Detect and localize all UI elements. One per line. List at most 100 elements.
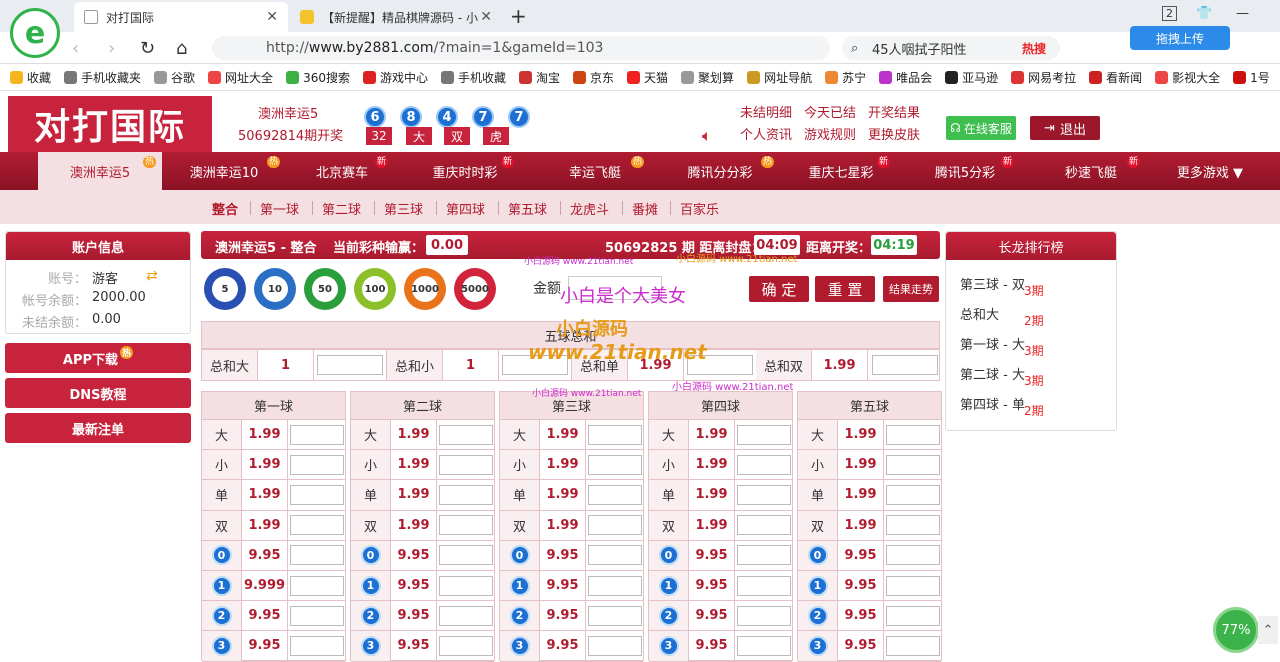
sub-tab[interactable]: 第二球	[322, 199, 361, 218]
bet-amount-input[interactable]	[438, 545, 493, 566]
header-link[interactable]: 游戏规则	[804, 124, 856, 143]
sub-tab[interactable]: 百家乐	[680, 199, 719, 218]
bet-amount-input[interactable]	[885, 484, 940, 505]
refresh-icon[interactable]: ↻	[140, 38, 155, 59]
confirm-button[interactable]: 确 定	[749, 276, 809, 302]
bookmark-item[interactable]: 淘宝	[519, 69, 560, 86]
bookmark-item[interactable]: 京东	[573, 69, 614, 86]
bet-amount-input[interactable]	[438, 605, 493, 626]
bet-amount-input[interactable]	[587, 545, 642, 566]
logout-button[interactable]: ⇥ 退出	[1030, 116, 1100, 140]
chip-5[interactable]: 5	[204, 268, 246, 310]
sub-tab[interactable]: 第一球	[260, 199, 299, 218]
bookmark-item[interactable]: 1号	[1233, 69, 1270, 86]
bet-amount-input[interactable]	[885, 454, 940, 475]
bet-amount-input[interactable]	[885, 605, 940, 626]
amount-input[interactable]	[568, 276, 662, 300]
bookmark-item[interactable]: 亚马逊	[945, 69, 998, 86]
bookmark-item[interactable]: 天猫	[627, 69, 668, 86]
bookmark-item[interactable]: 手机收藏	[440, 69, 506, 86]
reset-button[interactable]: 重 置	[815, 276, 875, 302]
bet-amount-input[interactable]	[289, 635, 344, 656]
bet-amount-input[interactable]	[587, 515, 642, 536]
search-input[interactable]: ⌕ 45人咽拭子阳性 热搜	[842, 36, 1060, 60]
bet-amount-input[interactable]	[736, 454, 791, 475]
game-tab[interactable]: 秒速飞艇新	[1036, 152, 1146, 190]
bet-amount-input[interactable]	[736, 515, 791, 536]
bet-amount-input[interactable]	[736, 484, 791, 505]
sum-bet-input[interactable]	[502, 355, 568, 375]
bet-amount-input[interactable]	[587, 575, 642, 596]
bookmark-item[interactable]: 收藏	[10, 69, 51, 86]
game-tab[interactable]: 腾讯5分彩新	[910, 152, 1020, 190]
bookmark-item[interactable]: 苏宁	[825, 69, 866, 86]
game-tab[interactable]: 北京赛车新	[290, 152, 394, 190]
sub-tab[interactable]: 第四球	[446, 199, 485, 218]
bet-amount-input[interactable]	[587, 635, 642, 656]
speaker-icon[interactable]: 🔈︎	[702, 126, 712, 146]
refresh-icon[interactable]: ⇄	[146, 268, 158, 284]
url-input[interactable]: http://www.by2881.com/?main=1&gameId=103	[212, 36, 830, 60]
game-tab[interactable]: 更多游戏 ▼	[1160, 152, 1260, 190]
shirt-icon[interactable]: 👕	[1196, 6, 1212, 21]
game-tab[interactable]: 幸运飞艇热	[540, 152, 650, 190]
sum-bet-input[interactable]	[317, 355, 383, 375]
hot-search-label[interactable]: 热搜	[1022, 40, 1046, 57]
chip-10[interactable]: 10	[254, 268, 296, 310]
sub-tab[interactable]: 第五球	[508, 199, 547, 218]
bet-amount-input[interactable]	[438, 515, 493, 536]
bookmark-item[interactable]: 看新闻	[1089, 69, 1142, 86]
close-tab-icon[interactable]: ✕	[266, 9, 278, 25]
bet-amount-input[interactable]	[289, 575, 344, 596]
bet-amount-input[interactable]	[438, 454, 493, 475]
header-link[interactable]: 今天已结	[804, 102, 856, 121]
bet-amount-input[interactable]	[289, 424, 344, 445]
sub-tab[interactable]: 第三球	[384, 199, 423, 218]
bookmark-item[interactable]: 唯品会	[879, 69, 932, 86]
bet-amount-input[interactable]	[289, 515, 344, 536]
bookmark-item[interactable]: 游戏中心	[362, 69, 428, 86]
bet-amount-input[interactable]	[289, 454, 344, 475]
bookmark-item[interactable]: 谷歌	[154, 69, 195, 86]
bet-amount-input[interactable]	[438, 635, 493, 656]
bookmark-item[interactable]: 网址导航	[747, 69, 812, 86]
bet-amount-input[interactable]	[289, 484, 344, 505]
header-link[interactable]: 开奖结果	[868, 102, 920, 121]
bet-amount-input[interactable]	[885, 515, 940, 536]
sum-bet-input[interactable]	[687, 355, 753, 375]
bet-amount-input[interactable]	[885, 424, 940, 445]
forward-icon[interactable]: ›	[108, 38, 115, 59]
zoom-percent-badge[interactable]: 77%	[1213, 607, 1259, 653]
upload-button[interactable]: 拖拽上传	[1130, 26, 1230, 50]
bet-amount-input[interactable]	[587, 424, 642, 445]
bookmark-item[interactable]: 360搜索	[286, 69, 350, 86]
site-logo[interactable]: 对打国际	[8, 96, 212, 152]
bet-amount-input[interactable]	[289, 605, 344, 626]
online-service-button[interactable]: ☊ 在线客服	[946, 116, 1016, 140]
sub-tab[interactable]: 番摊	[632, 199, 658, 218]
game-tab[interactable]: 腾讯分分彩热	[660, 152, 780, 190]
bet-amount-input[interactable]	[736, 635, 791, 656]
sub-tab[interactable]: 龙虎斗	[570, 199, 609, 218]
header-link[interactable]: 未结明细	[740, 102, 792, 121]
chip-50[interactable]: 50	[304, 268, 346, 310]
game-tab[interactable]: 澳洲幸运5 热	[38, 152, 162, 190]
sub-tab[interactable]: 整合	[212, 199, 238, 218]
bet-amount-input[interactable]	[438, 424, 493, 445]
browser-tab-active[interactable]: 对打国际 ✕	[74, 2, 288, 32]
bookmark-item[interactable]: 聚划算	[681, 69, 734, 86]
bet-amount-input[interactable]	[885, 635, 940, 656]
bet-amount-input[interactable]	[885, 545, 940, 566]
bet-amount-input[interactable]	[736, 424, 791, 445]
close-tab-icon[interactable]: ✕	[480, 9, 492, 25]
dns-tutorial-button[interactable]: DNS教程	[5, 378, 191, 408]
bookmark-item[interactable]: 手机收藏夹	[64, 69, 141, 86]
chip-1000[interactable]: 1000	[404, 268, 446, 310]
bet-amount-input[interactable]	[438, 484, 493, 505]
bookmark-item[interactable]: 网易考拉	[1011, 69, 1076, 86]
bookmark-item[interactable]: 网址大全	[208, 69, 273, 86]
bet-amount-input[interactable]	[736, 545, 791, 566]
result-trend-button[interactable]: 结果走势	[883, 276, 939, 302]
bet-amount-input[interactable]	[587, 484, 642, 505]
sum-bet-input[interactable]	[871, 355, 938, 375]
